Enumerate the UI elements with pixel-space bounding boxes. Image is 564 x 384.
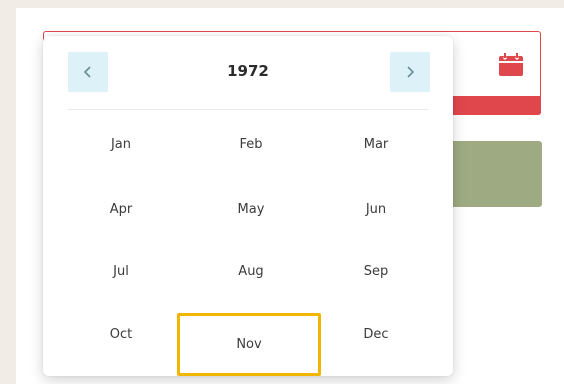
month-feb[interactable]: Feb [181,116,321,172]
month-jul[interactable]: Jul [51,243,191,299]
month-nov[interactable]: Nov [177,313,321,376]
month-sep[interactable]: Sep [306,243,446,299]
month-oct[interactable]: Oct [51,306,191,362]
month-mar[interactable]: Mar [306,116,446,172]
month-dec[interactable]: Dec [306,306,446,362]
month-may[interactable]: May [181,181,321,237]
next-year-button[interactable] [390,52,430,92]
month-apr[interactable]: Apr [51,181,191,237]
month-picker-popup: 1972 Jan Feb Mar Apr May Jun Jul Aug Sep… [43,36,453,376]
month-jun[interactable]: Jun [306,181,446,237]
month-aug[interactable]: Aug [181,243,321,299]
calendar-icon[interactable] [498,53,524,77]
header-divider [68,109,428,110]
month-jan[interactable]: Jan [51,116,191,172]
chevron-right-icon [407,66,415,78]
